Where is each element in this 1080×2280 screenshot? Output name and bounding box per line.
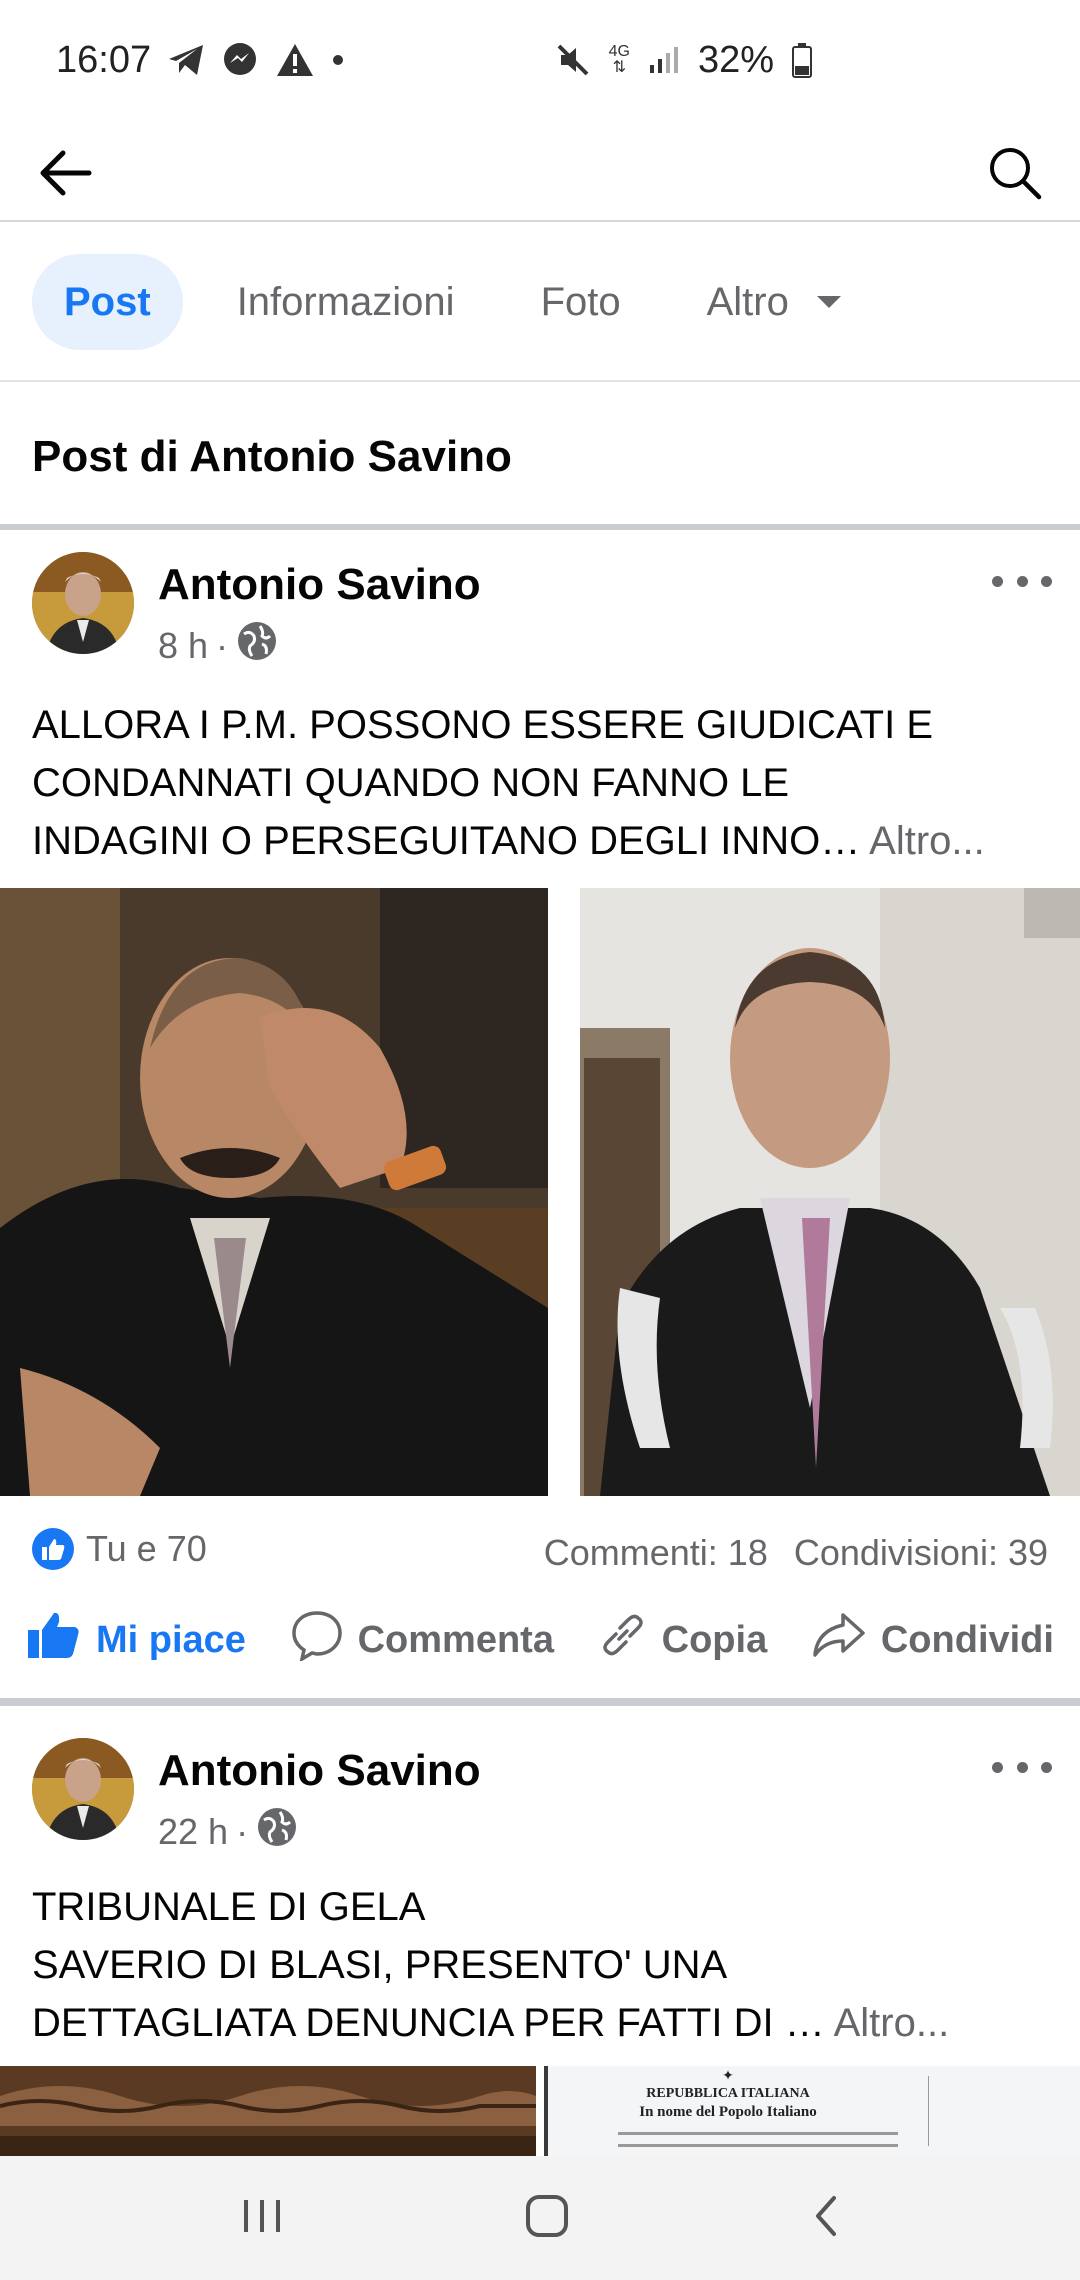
see-more-link[interactable]: Altro...: [834, 2001, 950, 2045]
engagement-counts: Commenti: 18 Condivisioni: 39: [544, 1532, 1048, 1574]
top-bar: [0, 120, 1080, 222]
dot: [992, 1761, 1003, 1773]
see-more-link[interactable]: Altro...: [869, 819, 985, 863]
document-emblem: ✦: [722, 2069, 734, 2084]
tab-altro-label: Altro: [706, 279, 789, 324]
avatar[interactable]: [32, 552, 134, 654]
post-photo-right[interactable]: [580, 888, 1080, 1496]
post-meta: 8 h ·: [158, 620, 278, 671]
post-photo-left[interactable]: [0, 2066, 536, 2156]
post-header: Antonio Savino 22 h ·: [0, 1708, 1080, 1852]
more-options-icon[interactable]: [992, 566, 1052, 596]
like-label: Mi piace: [96, 1618, 246, 1661]
recent-apps-icon[interactable]: [240, 2196, 284, 2241]
battery-percent: 32%: [697, 38, 774, 81]
dot: [992, 575, 1003, 587]
reactions-bar: Tu e 70 Commenti: 18 Condivisioni: 39: [0, 1506, 1080, 1596]
post-text-line: SAVERIO DI BLASI, PRESENTO' UNA: [32, 1943, 728, 1987]
copy-link-button[interactable]: Copia: [598, 1610, 768, 1670]
copy-label: Copia: [661, 1618, 768, 1661]
document-subheading: In nome del Popolo Italiano: [639, 2104, 817, 2120]
reactions-count: Tu e 70: [86, 1528, 207, 1569]
notification-dot-icon: [331, 40, 345, 80]
link-icon: [598, 1610, 648, 1670]
meta-separator: ·: [236, 1810, 249, 1852]
comment-label: Commenta: [357, 1618, 554, 1661]
network-type: 4G ⇅: [609, 40, 630, 80]
dot: [1041, 1761, 1052, 1773]
share-label: Condividi: [880, 1618, 1054, 1661]
photo-gap: [548, 888, 580, 1496]
share-arrow-icon: [811, 1611, 867, 1669]
thumbs-up-icon: [26, 1610, 82, 1670]
post-text: ALLORA I P.M. POSSONO ESSERE GIUDICATI E…: [32, 696, 1062, 870]
post-meta: 22 h ·: [158, 1806, 298, 1857]
data-arrows-icon: ⇅: [612, 59, 626, 76]
warning-icon: [275, 40, 315, 80]
like-badge-icon: [32, 1528, 74, 1570]
post-text-line-last: INDAGINI O PERSEGUITANO DEGLI INNO… Altr…: [32, 812, 1062, 870]
signal-icon: [648, 40, 680, 80]
dot: [1016, 1761, 1028, 1773]
post-photo-document[interactable]: ✦ REPUBBLICA ITALIANA In nome del Popolo…: [544, 2066, 1080, 2156]
post-author[interactable]: Antonio Savino: [158, 560, 481, 610]
avatar[interactable]: [32, 1738, 134, 1840]
status-indicators: 4G ⇅ 32%: [555, 0, 812, 120]
dot: [1016, 575, 1028, 587]
battery-icon: [792, 40, 812, 80]
home-icon[interactable]: [524, 2193, 570, 2244]
post-photo-left[interactable]: [0, 888, 548, 1496]
document-heading: REPUBBLICA ITALIANA: [646, 2086, 810, 2101]
tab-post[interactable]: Post: [32, 254, 183, 350]
post-text-line: ALLORA I P.M. POSSONO ESSERE GIUDICATI E: [32, 703, 933, 747]
document-text-line: [618, 2144, 898, 2147]
search-icon[interactable]: [980, 138, 1050, 208]
dot: [1041, 575, 1052, 587]
post-text-line: TRIBUNALE DI GELA: [32, 1885, 426, 1929]
telegram-icon: [167, 40, 205, 80]
system-navigation-bar: [0, 2156, 1080, 2280]
status-bar: 16:07: [0, 0, 1080, 120]
comment-button[interactable]: Commenta: [290, 1609, 554, 1671]
share-button[interactable]: Condividi: [811, 1611, 1054, 1669]
post-text: TRIBUNALE DI GELA SAVERIO DI BLASI, PRES…: [32, 1878, 1062, 2052]
back-arrow-icon[interactable]: [30, 138, 100, 208]
mute-icon: [555, 40, 591, 80]
post-text-line: DETTAGLIATA DENUNCIA PER FATTI DI …: [32, 2001, 825, 2045]
document-text-line: [618, 2132, 898, 2135]
post-card: Antonio Savino 22 h · TRIBUNALE DI GELA …: [0, 1708, 1080, 2156]
meta-separator: ·: [216, 624, 229, 666]
post-author[interactable]: Antonio Savino: [158, 1746, 481, 1796]
globe-icon: [256, 1806, 298, 1857]
comments-count[interactable]: Commenti: 18: [544, 1532, 768, 1574]
like-button[interactable]: Mi piace: [26, 1610, 246, 1670]
more-options-icon[interactable]: [992, 1752, 1052, 1782]
reactions-summary[interactable]: Tu e 70: [32, 1528, 207, 1570]
profile-tabs: Post Informazioni Foto Altro: [0, 224, 1080, 382]
network-label: 4G: [608, 43, 630, 60]
globe-icon: [236, 620, 278, 671]
comment-bubble-icon: [290, 1609, 344, 1671]
post-text-line: CONDANNATI QUANDO NON FANNO LE: [32, 761, 790, 805]
tab-foto[interactable]: Foto: [509, 254, 653, 350]
divider: [0, 1698, 1080, 1706]
post-header: Antonio Savino 8 h ·: [0, 530, 1080, 666]
system-back-icon[interactable]: [810, 2194, 840, 2243]
messenger-icon: [221, 40, 259, 80]
post-text-line: INDAGINI O PERSEGUITANO DEGLI INNO…: [32, 819, 861, 863]
tab-informazioni[interactable]: Informazioni: [205, 254, 487, 350]
post-time[interactable]: 8 h: [158, 625, 208, 667]
post-actions: Mi piace Commenta Copia Condividi: [0, 1590, 1080, 1690]
post-card: Antonio Savino 8 h · ALLORA I P.M. POSSO…: [0, 530, 1080, 1700]
post-time[interactable]: 22 h: [158, 1811, 228, 1853]
document-margin-box: [928, 2076, 1078, 2146]
status-time: 16:07: [56, 38, 152, 81]
post-text-line-last: DETTAGLIATA DENUNCIA PER FATTI DI … Altr…: [32, 1994, 1062, 2052]
shares-count[interactable]: Condivisioni: 39: [794, 1532, 1048, 1574]
section-title: Post di Antonio Savino: [32, 432, 512, 481]
tab-altro[interactable]: Altro: [675, 254, 873, 350]
caret-down-icon: [816, 296, 841, 308]
